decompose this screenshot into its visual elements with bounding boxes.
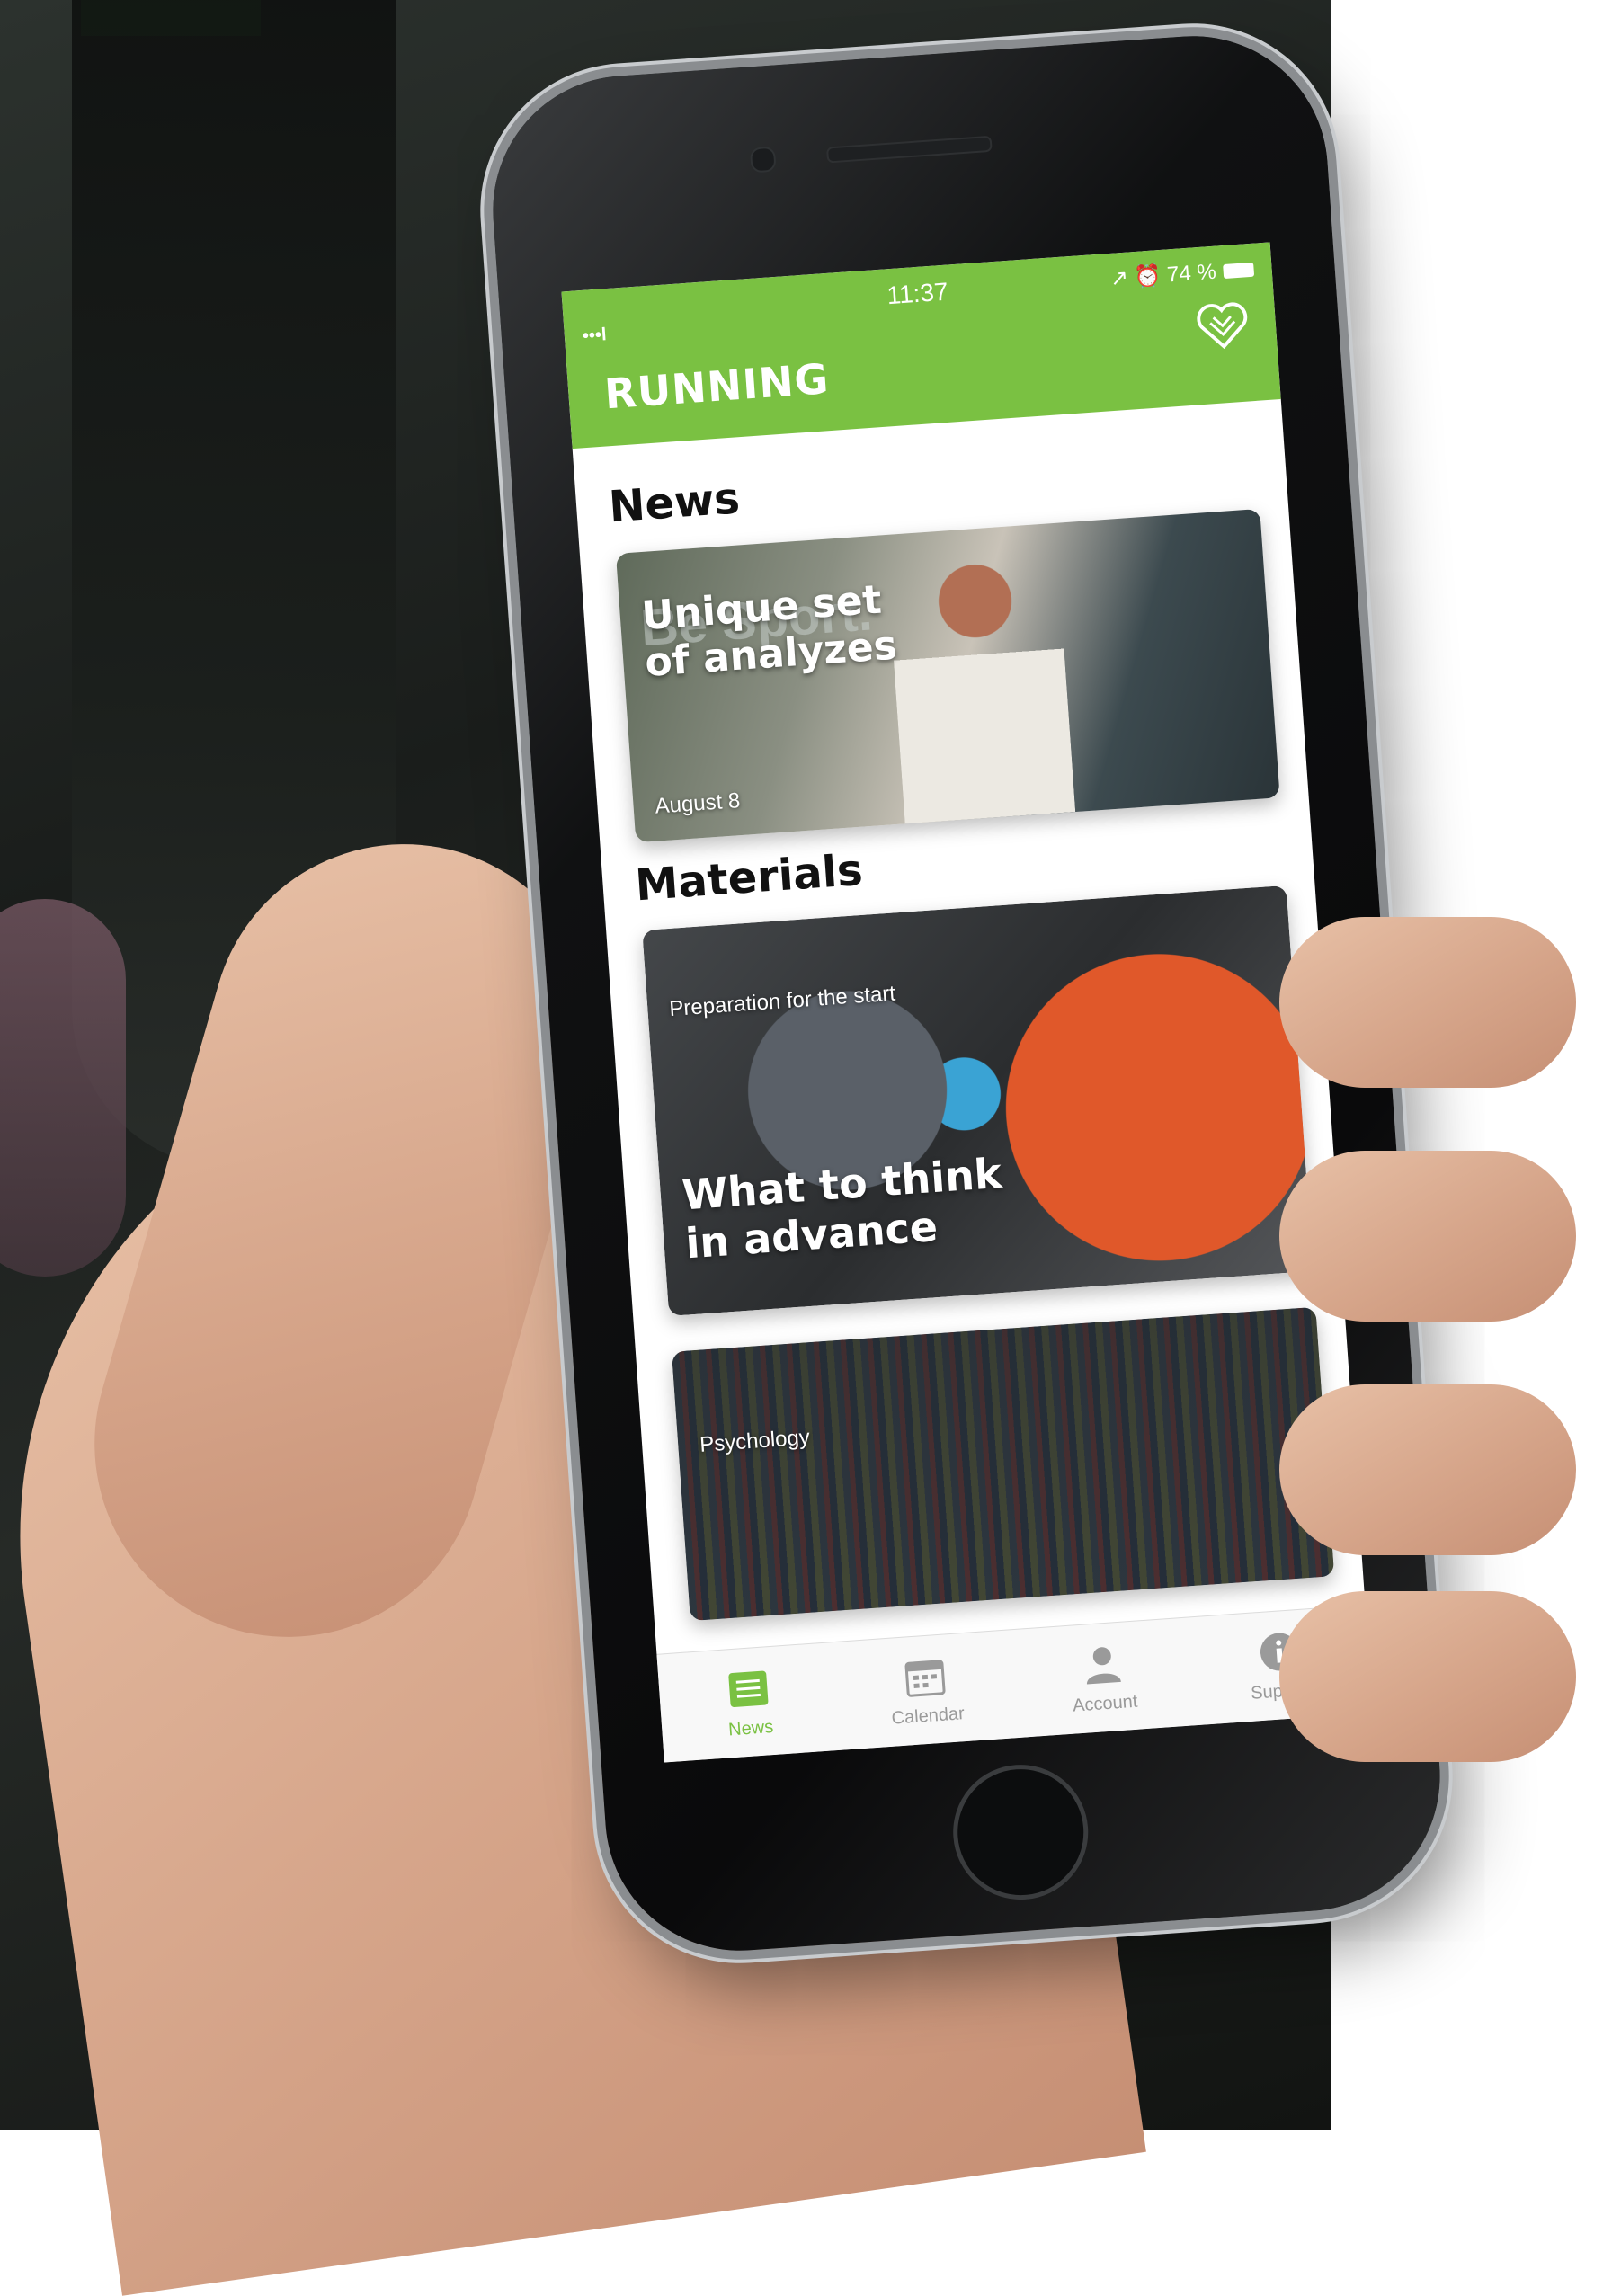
material-card[interactable]: Psychology [672, 1306, 1335, 1622]
status-indicators: ↗ ⏰ 74 % [1109, 256, 1255, 292]
home-button[interactable] [948, 1760, 1093, 1905]
tab-account[interactable]: Account [1011, 1617, 1196, 1737]
material-card-category: Preparation for the start [668, 981, 896, 1022]
content-scroll-area[interactable]: News Be Sport. Unique set of analyzes Au… [573, 399, 1366, 1655]
crowd-photo-shade [672, 1306, 1335, 1622]
hand-finger [1279, 917, 1576, 1088]
earpiece-speaker [825, 135, 993, 164]
news-section-title: News [607, 473, 742, 533]
hand-finger [1279, 1384, 1576, 1555]
tab-news[interactable]: News [656, 1642, 841, 1762]
calendar-icon [904, 1659, 946, 1697]
materials-section-title: Materials [633, 844, 865, 912]
person-icon [1086, 1646, 1121, 1685]
hand-finger [1279, 1151, 1576, 1322]
heart-icon[interactable] [1195, 299, 1251, 352]
material-card-title: What to think in advance [681, 1148, 1003, 1268]
tab-account-label: Account [1072, 1691, 1139, 1716]
tab-calendar-label: Calendar [890, 1703, 966, 1729]
background-running-shoe [0, 899, 126, 1277]
app-title: RUNNING [602, 354, 831, 419]
tab-calendar[interactable]: Calendar [834, 1630, 1019, 1749]
news-card-title: Unique set of analyzes [640, 576, 899, 686]
phone-screen: •••l 11:37 ↗ ⏰ 74 % RUNNING News Be Spor… [561, 242, 1373, 1763]
news-card[interactable]: Be Sport. Unique set of analyzes August … [615, 508, 1280, 843]
news-list-icon [728, 1670, 769, 1707]
status-bar: •••l 11:37 ↗ ⏰ 74 % [561, 242, 1273, 346]
hand-finger [1279, 1591, 1576, 1762]
news-card-date: August 8 [654, 788, 742, 819]
front-camera [749, 146, 777, 174]
material-card[interactable]: Preparation for the start What to think … [642, 885, 1314, 1316]
battery-icon [1223, 262, 1255, 279]
tab-news-label: News [727, 1716, 774, 1740]
